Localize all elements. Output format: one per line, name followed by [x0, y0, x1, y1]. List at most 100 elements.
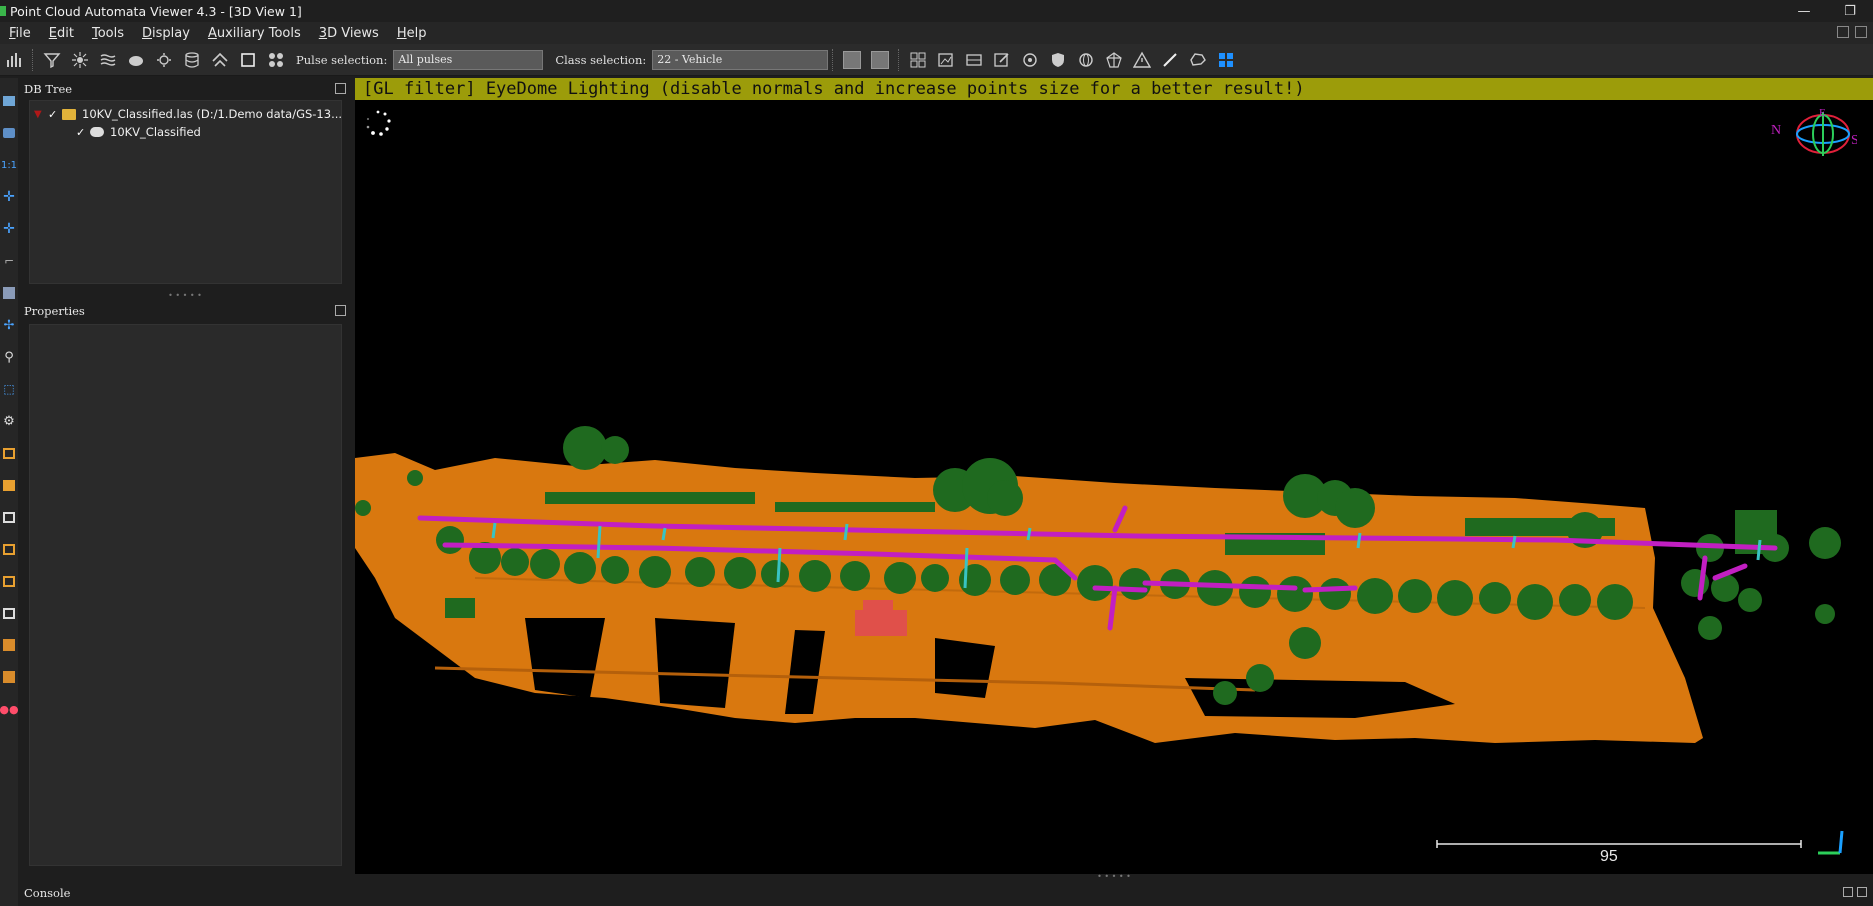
windows-layout-button[interactable] [1212, 46, 1240, 74]
restore-button[interactable]: ❐ [1827, 0, 1873, 22]
line-icon [1163, 52, 1177, 67]
select-button[interactable]: ⬚ [0, 380, 18, 398]
float-panel-icon[interactable] [335, 83, 346, 94]
compass-east-label: E [1819, 107, 1826, 119]
axis-button[interactable]: ⌐ [0, 252, 18, 270]
cube-right-icon [3, 543, 15, 555]
one-to-one-icon: 1:1 [0, 159, 18, 171]
app-icon [0, 6, 6, 16]
view-front-button[interactable] [0, 444, 18, 462]
menu-help[interactable]: Help [388, 26, 436, 41]
filter-tool-3-button[interactable] [94, 46, 122, 74]
apply-class-button[interactable] [838, 46, 866, 74]
iso-view-2-button[interactable] [0, 668, 18, 686]
stereo-button[interactable]: ●● [0, 700, 19, 718]
properties-view[interactable] [29, 324, 342, 866]
zoom-button[interactable]: ⚲ [0, 348, 18, 366]
annotate-button[interactable] [988, 46, 1016, 74]
view-tool-2-button[interactable] [0, 124, 18, 142]
filter-tool-6-button[interactable] [178, 46, 206, 74]
menu-file[interactable]: File [0, 26, 40, 41]
view-left-button[interactable] [0, 508, 18, 526]
float-panel-icon[interactable] [335, 305, 346, 316]
mdi-close-icon[interactable] [1855, 26, 1867, 38]
menu-auxiliary-mnemonic: A [207, 25, 217, 41]
box-view-button[interactable] [0, 284, 18, 302]
move-icon: ✢ [3, 317, 15, 333]
crosshair-red-icon: ✛ [3, 221, 15, 237]
edit-region-button[interactable] [932, 46, 960, 74]
rotate-icon [1023, 52, 1037, 67]
section-icon [966, 53, 982, 66]
filter-tool-1-button[interactable] [38, 46, 66, 74]
rectangle-select-button[interactable] [234, 46, 262, 74]
zoom-1to1-button[interactable]: 1:1 [0, 156, 18, 174]
menu-edit[interactable]: Edit [40, 26, 83, 41]
db-tree-view[interactable]: ▼ ✓ 10KV_Classified.las (D:/1.Demo data/… [29, 100, 342, 284]
move-button[interactable]: ✢ [0, 316, 18, 334]
section-button[interactable] [960, 46, 988, 74]
checkbox-icon[interactable]: ✓ [76, 126, 90, 139]
point-cloud-scene[interactable] [355, 78, 1873, 874]
view-top-button[interactable] [0, 572, 18, 590]
compass-gizmo[interactable]: N S E [1767, 104, 1857, 164]
menu-auxiliary-tools[interactable]: Auxiliary Tools [199, 26, 310, 41]
cube-top-icon [3, 575, 15, 587]
cube-bottom-icon [3, 607, 15, 619]
filter-tool-5-button[interactable] [150, 46, 178, 74]
pivot-button[interactable]: ✛ [0, 188, 18, 206]
menu-display[interactable]: Display [133, 26, 199, 41]
revert-class-button[interactable] [866, 46, 894, 74]
filter-tool-7-button[interactable] [206, 46, 234, 74]
menu-auxiliary-label: uxiliary Tools [216, 25, 301, 41]
view-right-button[interactable] [0, 540, 18, 558]
multi-select-button[interactable] [262, 46, 290, 74]
line-tool-button[interactable] [1156, 46, 1184, 74]
view-back-button[interactable] [0, 476, 18, 494]
filter-tool-2-button[interactable] [66, 46, 94, 74]
class-selection-label: Class selection: [555, 52, 647, 67]
class-selection-combo[interactable]: 22 - Vehicle [652, 49, 829, 70]
histogram-button[interactable] [0, 46, 28, 74]
histogram-icon [7, 52, 21, 67]
windows-icon [1219, 52, 1234, 67]
pivot-center-button[interactable]: ✛ [0, 220, 18, 238]
pulse-selection-combo[interactable]: All pulses [393, 49, 544, 70]
close-panel-icon[interactable] [1857, 887, 1867, 897]
3d-view[interactable]: [GL filter] EyeDome Lighting (disable no… [355, 78, 1873, 874]
expand-arrow-icon[interactable]: ▼ [34, 109, 48, 120]
globe-button[interactable] [1072, 46, 1100, 74]
camera-icon [3, 128, 15, 138]
checkbox-icon[interactable]: ✓ [48, 108, 62, 121]
menu-help-mnemonic: H [396, 25, 407, 41]
warning-button[interactable] [1128, 46, 1156, 74]
iso-cube-2-icon [3, 671, 15, 683]
menu-bar: File Edit Tools Display Auxiliary Tools … [0, 22, 1873, 44]
rotate-button[interactable] [1016, 46, 1044, 74]
mdi-restore-icon[interactable] [1837, 26, 1849, 38]
building-points [863, 600, 893, 610]
title-bar: Point Cloud Automata Viewer 4.3 - [3D Vi… [0, 0, 1873, 22]
tree-item-cloud[interactable]: ✓ 10KV_Classified [76, 125, 201, 139]
menu-tools[interactable]: Tools [83, 26, 133, 41]
shield-button[interactable] [1044, 46, 1072, 74]
menu-3d-views[interactable]: 3D Views [310, 26, 388, 41]
tree-item-label: 10KV_Classified.las (D:/1.Demo data/GS-1… [82, 107, 343, 121]
minimize-button[interactable]: — [1781, 0, 1827, 22]
scale-bar [1436, 840, 1802, 848]
globe-icon [1079, 52, 1093, 67]
lasso-button[interactable] [1184, 46, 1212, 74]
folder-icon [62, 108, 76, 120]
warning-icon [1133, 51, 1152, 68]
filter-tool-4-button[interactable] [122, 46, 150, 74]
mesh-button[interactable] [1100, 46, 1128, 74]
iso-view-1-button[interactable] [0, 636, 18, 654]
view-tool-1-button[interactable] [0, 92, 18, 110]
view-bottom-button[interactable] [0, 604, 18, 622]
waves-icon [100, 53, 116, 66]
tree-item-las-file[interactable]: ▼ ✓ 10KV_Classified.las (D:/1.Demo data/… [34, 107, 342, 121]
panel-splitter[interactable]: • • • • • [20, 292, 350, 300]
layout-grid-button[interactable] [904, 46, 932, 74]
float-panel-icon[interactable] [1843, 887, 1853, 897]
settings-button[interactable]: ⚙ [0, 412, 18, 430]
